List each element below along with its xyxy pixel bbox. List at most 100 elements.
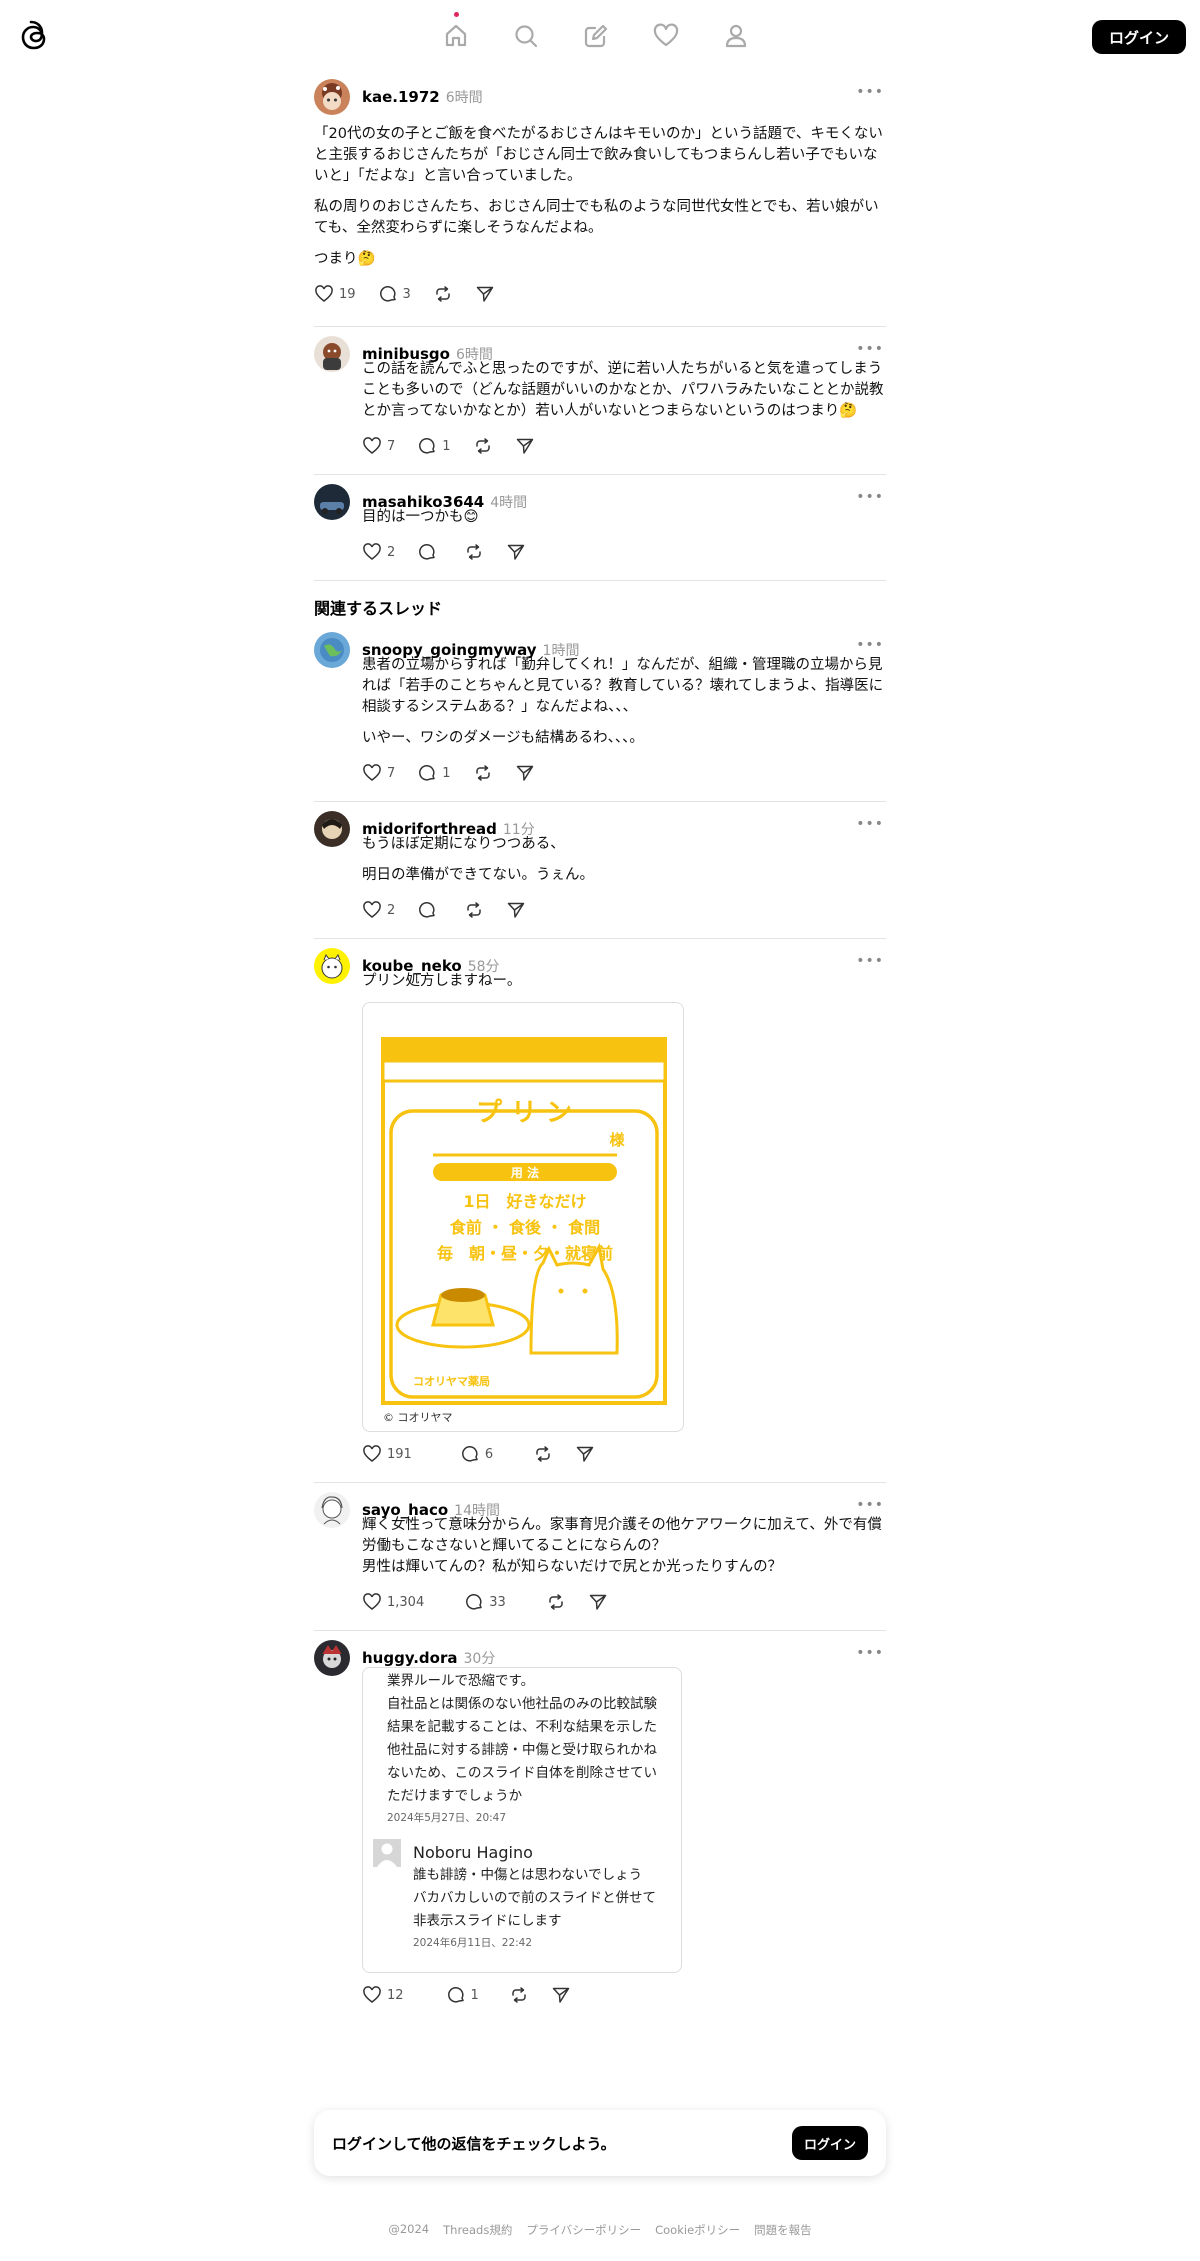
share-button[interactable] (506, 900, 526, 920)
timestamp: 4時間 (490, 495, 528, 511)
share-button[interactable] (551, 1985, 571, 2005)
share-button[interactable] (515, 436, 535, 456)
like-button[interactable]: 2 (362, 900, 395, 920)
like-button[interactable]: 7 (362, 763, 395, 783)
more-options-icon[interactable]: ••• (856, 637, 884, 653)
avatar[interactable] (314, 811, 350, 847)
more-options-icon[interactable]: ••• (856, 1497, 884, 1513)
repost-icon (475, 765, 490, 781)
post-text: プリン処方しますねー。 (362, 971, 886, 992)
compose-icon (584, 24, 608, 48)
login-button[interactable]: ログイン (1091, 20, 1186, 54)
reply-button[interactable] (417, 542, 442, 562)
nav-activity[interactable] (651, 14, 681, 58)
footer-link-cookies[interactable]: Cookieポリシー (655, 2222, 740, 2238)
more-options-icon[interactable]: ••• (856, 953, 884, 969)
share-button[interactable] (575, 1444, 595, 1464)
avatar[interactable] (314, 948, 350, 984)
heart-icon (363, 1445, 381, 1462)
avatar[interactable] (314, 1492, 350, 1528)
post-actions: 7 1 (362, 759, 886, 787)
post-paragraph: この話を読んでふと思ったのですが、逆に若い人たちがいると気を遣ってしまうことも多… (362, 361, 884, 419)
heart-icon (363, 437, 381, 454)
repost-icon (436, 286, 450, 302)
repost-icon (549, 1594, 563, 1610)
reply-count: 1 (470, 1987, 479, 2003)
post-actions: 12 1 (362, 1981, 886, 2009)
like-button[interactable]: 12 (362, 1985, 404, 2005)
repost-button[interactable] (509, 1985, 529, 2005)
more-options-icon[interactable]: ••• (856, 1645, 884, 1661)
like-button[interactable]: 19 (314, 284, 356, 304)
reply-button[interactable] (417, 900, 442, 920)
image-sama: 様 (609, 1131, 625, 1149)
send-icon (516, 438, 533, 454)
footer-copyright: @2024 (388, 2222, 430, 2236)
more-options-icon[interactable]: ••• (856, 489, 884, 505)
reply-button[interactable]: 1 (417, 436, 451, 456)
avatar[interactable] (314, 79, 350, 115)
footer-link-report[interactable]: 問題を報告 (754, 2222, 812, 2238)
login-prompt-button[interactable]: ログイン (791, 2126, 868, 2160)
like-button[interactable]: 7 (362, 436, 395, 456)
quoted-text: 業界ルールで恐縮です。 自社品とは関係のない他社品のみの比較試験結果を記載するこ… (387, 1673, 657, 1804)
share-button[interactable] (506, 542, 526, 562)
more-options-icon[interactable]: ••• (856, 816, 884, 832)
post-text: 目的は一つかも😊 (362, 507, 886, 528)
post-paragraph: プリン処方しますねー。 (362, 973, 522, 989)
reply-date: 2024年6月11日、22:42 (413, 1937, 533, 1949)
repost-button[interactable] (464, 542, 484, 562)
username[interactable]: kae.1972 (362, 88, 440, 106)
more-options-icon[interactable]: ••• (856, 84, 884, 100)
main-nav (441, 12, 751, 58)
post-text: 輝く女性って意味分からん。家事育児介護その他ケアワークに加えて、外で有償労働もこ… (362, 1515, 886, 1578)
image-line3: 毎 朝・昼・夕・就寝前 (437, 1244, 613, 1263)
repost-button[interactable] (533, 1444, 553, 1464)
repost-icon (467, 902, 482, 918)
repost-button[interactable] (473, 763, 493, 783)
more-options-icon[interactable]: ••• (856, 341, 884, 357)
footer-link-terms[interactable]: Threads規約 (443, 2222, 512, 2238)
repost-button[interactable] (473, 436, 493, 456)
post-paragraph: つまり🤔 (314, 251, 376, 267)
send-icon (508, 902, 525, 918)
reply-button[interactable]: 1 (446, 1985, 479, 2005)
send-icon (508, 544, 525, 560)
nav-search[interactable] (511, 14, 541, 58)
avatar[interactable] (314, 1640, 350, 1676)
avatar[interactable] (314, 484, 350, 520)
home-icon (445, 24, 467, 47)
nav-profile[interactable] (721, 14, 751, 58)
avatar[interactable] (314, 632, 350, 668)
quoted-screenshot[interactable]: 業界ルールで恐縮です。 自社品とは関係のない他社品のみの比較試験結果を記載するこ… (362, 1667, 682, 1973)
like-button[interactable]: 2 (362, 542, 395, 562)
repost-button[interactable] (464, 900, 484, 920)
reply-count: 1 (442, 438, 451, 454)
related-threads-heading: 関連するスレッド (314, 599, 443, 618)
repost-button[interactable] (546, 1592, 566, 1612)
share-button[interactable] (475, 284, 495, 304)
reply-button[interactable]: 6 (460, 1444, 493, 1464)
share-button[interactable] (515, 763, 535, 783)
image-line1: 1日 好きなだけ (463, 1192, 586, 1211)
post-actions: 19 3 (314, 280, 886, 308)
reply-button[interactable]: 3 (378, 284, 411, 304)
username[interactable]: huggy.dora (362, 1649, 458, 1667)
footer-link-privacy[interactable]: プライバシーポリシー (526, 2222, 641, 2238)
repost-button[interactable] (433, 284, 453, 304)
reply-button[interactable]: 33 (464, 1592, 506, 1612)
nav-compose[interactable] (581, 14, 611, 58)
post-actions: 2 (362, 896, 886, 924)
reply-post: masahiko3644 4時間 ••• 目的は一つかも😊 2 (314, 475, 886, 581)
post-image[interactable]: プ リ ン 様 用 法 1日 好きなだけ 食前 ・ 食後 ・ 食間 毎 朝・昼・… (362, 1002, 684, 1432)
comment-icon (461, 1446, 478, 1462)
threads-logo-icon[interactable] (18, 18, 52, 56)
like-button[interactable]: 1,304 (362, 1592, 424, 1612)
share-button[interactable] (588, 1592, 608, 1612)
reply-button[interactable]: 1 (417, 763, 451, 783)
send-icon (589, 1594, 607, 1610)
avatar[interactable] (314, 336, 350, 372)
post-actions: 1,304 33 (362, 1588, 886, 1616)
nav-home[interactable] (441, 12, 471, 58)
like-button[interactable]: 191 (362, 1444, 412, 1464)
